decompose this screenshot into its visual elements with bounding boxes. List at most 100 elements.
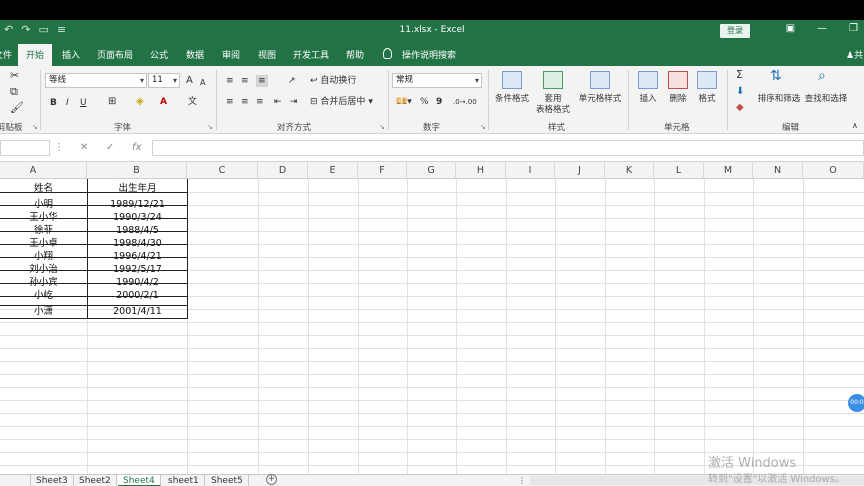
- italic-button[interactable]: I: [66, 97, 69, 109]
- table-cell-birth[interactable]: 1998/4/30: [88, 237, 187, 250]
- border-icon[interactable]: ⊞: [108, 96, 116, 108]
- tab-home[interactable]: 开始: [18, 44, 53, 66]
- format-painter-icon[interactable]: 🖌: [10, 102, 24, 114]
- number-launcher-icon[interactable]: ↘: [480, 123, 486, 131]
- table-format-icon[interactable]: [543, 71, 563, 89]
- font-size-select[interactable]: 11 ▾: [148, 73, 180, 88]
- table-cell-name[interactable]: 王小卓: [0, 237, 87, 250]
- table-cell-name[interactable]: 孙小宾: [0, 276, 87, 289]
- font-grow-button[interactable]: A: [186, 75, 193, 87]
- format-cells-icon[interactable]: [697, 71, 717, 89]
- tab-insert[interactable]: 插入: [62, 48, 80, 61]
- table-cell-name[interactable]: 小明: [0, 198, 87, 211]
- phonetic-icon[interactable]: 文: [188, 96, 197, 108]
- align-bottom-icon[interactable]: ≡: [256, 75, 268, 87]
- tab-review[interactable]: 审阅: [222, 48, 240, 61]
- column-header-a[interactable]: A: [0, 162, 87, 179]
- table-cell-birth[interactable]: 1990/3/24: [88, 211, 187, 224]
- confirm-icon[interactable]: ✓: [106, 142, 114, 153]
- orientation-icon[interactable]: ↗: [288, 75, 296, 87]
- name-box[interactable]: [0, 140, 50, 156]
- font-color-icon[interactable]: A: [160, 96, 167, 108]
- column-header-c[interactable]: C: [187, 162, 258, 179]
- column-header-f[interactable]: F: [358, 162, 407, 179]
- more-sheets-icon[interactable]: ⋮: [518, 475, 526, 486]
- tab-view[interactable]: 视图: [258, 48, 276, 61]
- sheet-tab-sheet1[interactable]: sheet1: [163, 475, 205, 486]
- font-shrink-button[interactable]: A: [200, 77, 205, 89]
- column-header-k[interactable]: K: [605, 162, 654, 179]
- conditional-format-button[interactable]: 条件格式: [492, 94, 532, 105]
- minimize-icon[interactable]: —: [817, 23, 827, 34]
- font-launcher-icon[interactable]: ↘: [207, 123, 213, 131]
- column-header-e[interactable]: E: [308, 162, 358, 179]
- align-left-icon[interactable]: ≡: [226, 96, 234, 108]
- spreadsheet-grid[interactable]: A B C D E F G H I J K L M N O 姓名 出生年月 小明…: [0, 162, 864, 474]
- decrease-indent-icon[interactable]: ⇤: [274, 96, 282, 108]
- alignment-launcher-icon[interactable]: ↘: [379, 123, 385, 131]
- underline-button[interactable]: U: [80, 97, 87, 109]
- sheet-tab-sheet3[interactable]: Sheet3: [30, 475, 74, 486]
- table-cell-name[interactable]: 小屹: [0, 289, 87, 302]
- table-cell-name[interactable]: 刘小治: [0, 263, 87, 276]
- font-name-select[interactable]: 等线 ▾: [45, 73, 147, 88]
- table-cell-birth[interactable]: 2000/2/1: [88, 289, 187, 302]
- align-center-icon[interactable]: ≡: [241, 96, 249, 108]
- tab-file[interactable]: 文件: [0, 48, 12, 61]
- table-cell-birth[interactable]: 1989/12/21: [88, 198, 187, 211]
- table-cell-name[interactable]: 小翔: [0, 250, 87, 263]
- column-header-o[interactable]: O: [803, 162, 864, 179]
- column-header-i[interactable]: I: [506, 162, 555, 179]
- cancel-icon[interactable]: ✕: [80, 142, 88, 153]
- cell-styles-icon[interactable]: [590, 71, 610, 89]
- sheet-tab-sheet4[interactable]: Sheet4: [118, 475, 161, 486]
- tab-formulas[interactable]: 公式: [150, 48, 168, 61]
- column-header-h[interactable]: H: [456, 162, 506, 179]
- currency-icon[interactable]: 💴▾: [396, 96, 412, 108]
- share-button[interactable]: ♟共: [846, 48, 863, 61]
- login-button[interactable]: 登录: [720, 24, 750, 38]
- conditional-format-icon[interactable]: [502, 71, 522, 89]
- comma-style-button[interactable]: 9: [436, 96, 442, 108]
- sheet-tab-sheet2[interactable]: Sheet2: [74, 475, 117, 486]
- copy-icon[interactable]: ⧉: [10, 86, 18, 98]
- column-header-g[interactable]: G: [407, 162, 456, 179]
- align-top-icon[interactable]: ≡: [226, 75, 234, 87]
- increase-indent-icon[interactable]: ⇥: [290, 96, 298, 108]
- insert-cells-icon[interactable]: [638, 71, 658, 89]
- sheet-tab-sheet5[interactable]: Sheet5: [206, 475, 249, 486]
- column-header-m[interactable]: M: [704, 162, 753, 179]
- cut-icon[interactable]: ✂: [10, 70, 19, 82]
- sort-filter-button[interactable]: 排序和筛选: [756, 94, 802, 105]
- column-header-b[interactable]: B: [87, 162, 187, 179]
- align-right-icon[interactable]: ≡: [256, 96, 264, 108]
- percent-button[interactable]: %: [420, 96, 429, 108]
- delete-cells-icon[interactable]: [668, 71, 688, 89]
- tell-me-search[interactable]: 操作说明搜索: [402, 48, 456, 61]
- table-cell-name[interactable]: 徐菲: [0, 224, 87, 237]
- column-header-d[interactable]: D: [258, 162, 308, 179]
- wrap-text-button[interactable]: ↩ 自动换行: [310, 75, 356, 87]
- increase-decimal-icon[interactable]: .0→.00: [453, 96, 477, 108]
- autosum-button[interactable]: Σ: [736, 69, 743, 81]
- table-cell-birth[interactable]: 2001/4/11: [88, 305, 187, 318]
- insert-function-icon[interactable]: fx: [132, 142, 141, 153]
- tab-data[interactable]: 数据: [186, 48, 204, 61]
- column-header-l[interactable]: L: [654, 162, 704, 179]
- fill-icon[interactable]: ⬇: [736, 86, 744, 98]
- table-cell-birth[interactable]: 1996/4/21: [88, 250, 187, 263]
- table-cell-name[interactable]: 小潇: [0, 305, 87, 318]
- find-select-icon[interactable]: ⌕: [818, 69, 826, 83]
- merge-center-button[interactable]: ⊟ 合并后居中 ▾: [310, 96, 373, 108]
- tab-page-layout[interactable]: 页面布局: [97, 48, 133, 61]
- format-cells-button[interactable]: 格式: [692, 94, 722, 105]
- table-format-button[interactable]: 套用 表格格式: [530, 94, 576, 116]
- tab-help[interactable]: 帮助: [346, 48, 364, 61]
- tab-developer[interactable]: 开发工具: [293, 48, 329, 61]
- table-cell-birth[interactable]: 1988/4/5: [88, 224, 187, 237]
- formula-input[interactable]: [152, 140, 864, 156]
- column-header-j[interactable]: J: [555, 162, 605, 179]
- table-header-name[interactable]: 姓名: [0, 182, 87, 195]
- sort-filter-icon[interactable]: ⇅: [770, 69, 782, 83]
- delete-cells-button[interactable]: 删除: [663, 94, 693, 105]
